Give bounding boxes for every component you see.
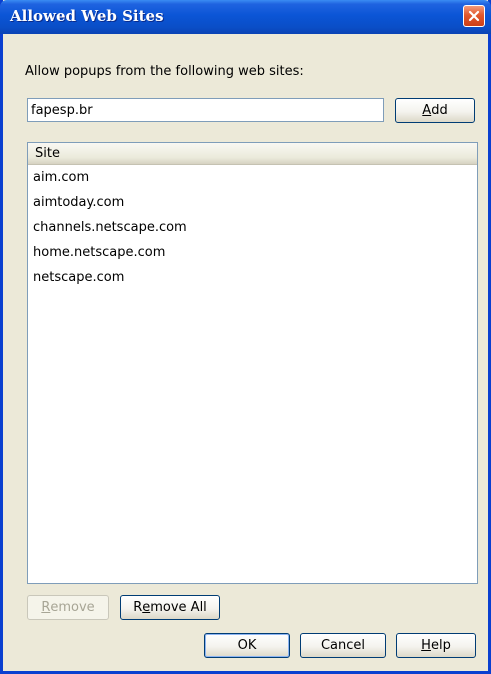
list-item[interactable]: aim.com	[28, 165, 477, 190]
site-address-input[interactable]	[27, 98, 384, 122]
column-header-site[interactable]: Site	[28, 143, 477, 165]
list-item[interactable]: netscape.com	[28, 265, 477, 290]
remove-all-button-label-prefix: R	[133, 600, 143, 615]
allowed-sites-list[interactable]: Site aim.com aimtoday.com channels.netscap…	[27, 142, 478, 584]
close-icon	[468, 10, 480, 22]
title-bar[interactable]: Allowed Web Sites	[0, 0, 491, 34]
help-button-accelerator: H	[421, 638, 431, 653]
dialog-title: Allowed Web Sites	[10, 7, 164, 25]
remove-all-button-label-rest: move All	[150, 600, 207, 615]
add-button-label-rest: dd	[431, 103, 448, 118]
list-item[interactable]: home.netscape.com	[28, 240, 477, 265]
close-button[interactable]	[463, 5, 485, 27]
ok-button[interactable]: OK	[204, 633, 290, 658]
remove-button-accelerator: R	[41, 600, 51, 615]
site-rows: aim.com aimtoday.com channels.netscape.com…	[28, 165, 477, 290]
cancel-button[interactable]: Cancel	[300, 633, 386, 658]
remove-all-button[interactable]: Re move All	[120, 595, 220, 620]
remove-button-label-rest: emove	[50, 600, 95, 615]
add-button[interactable]: Add	[395, 98, 475, 123]
remove-button[interactable]: Remove	[27, 595, 109, 620]
instruction-label: Allow popups from the following web site…	[25, 64, 304, 79]
ok-button-label: OK	[237, 638, 257, 653]
help-button[interactable]: Help	[396, 633, 476, 658]
remove-all-button-accelerator: e	[142, 600, 151, 615]
list-item[interactable]: channels.netscape.com	[28, 215, 477, 240]
help-button-label-rest: elp	[430, 638, 451, 653]
add-button-accelerator: A	[422, 103, 432, 118]
list-item[interactable]: aimtoday.com	[28, 190, 477, 215]
allowed-web-sites-dialog: Allowed Web Sites Allow popups from the …	[0, 0, 491, 674]
cancel-button-label: Cancel	[320, 638, 366, 653]
